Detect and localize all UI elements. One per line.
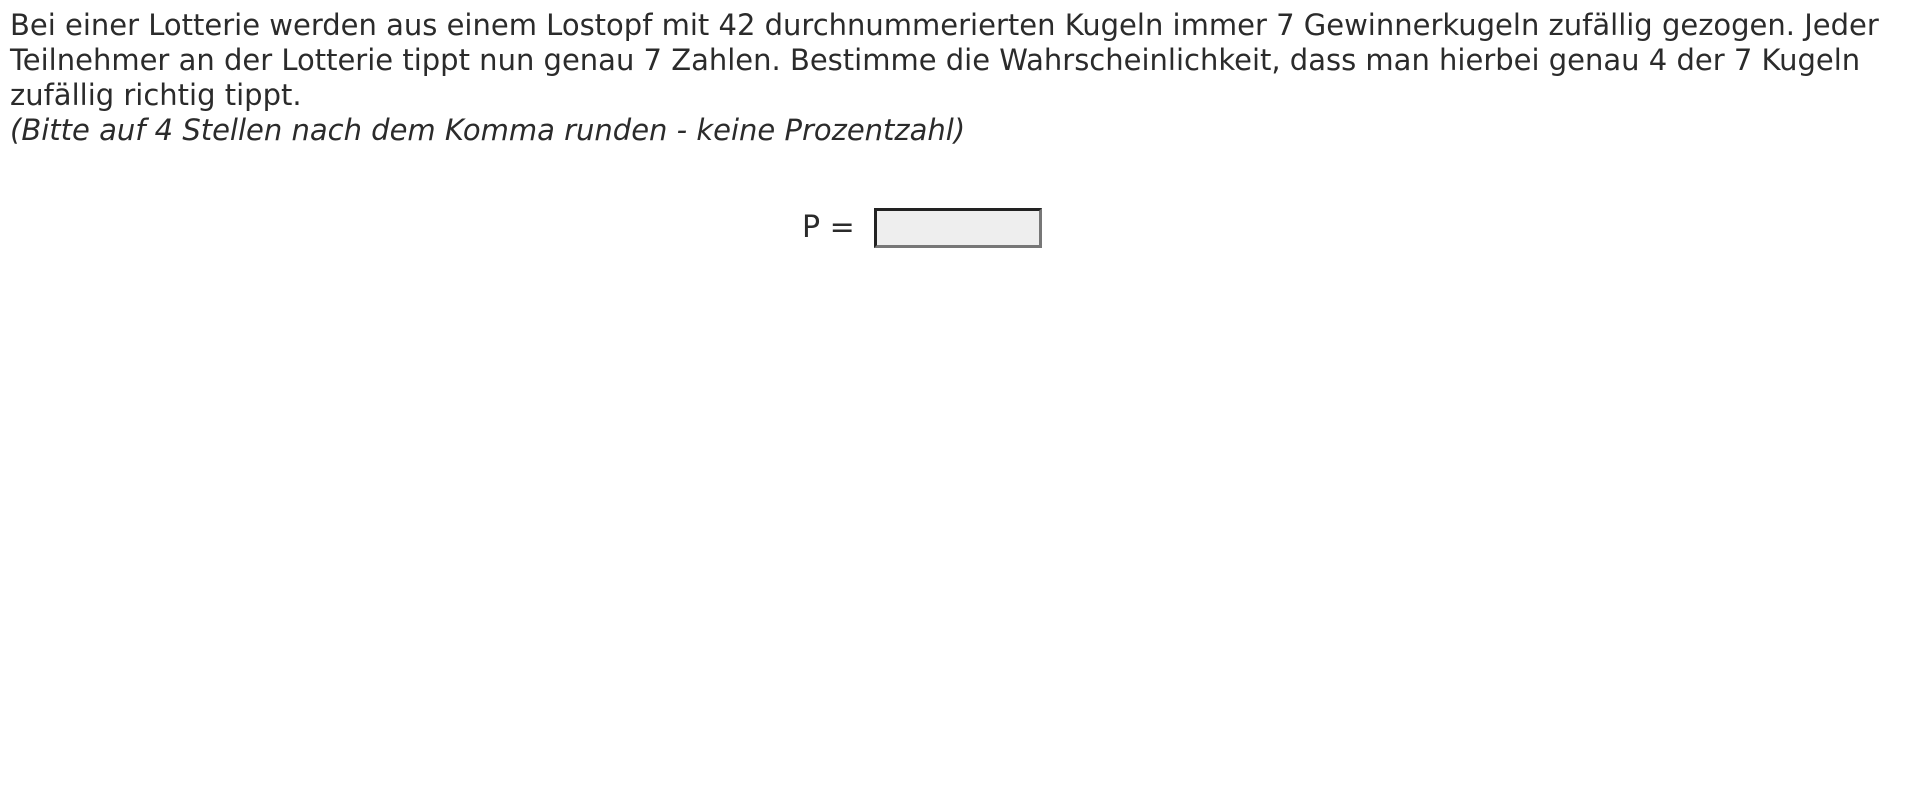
- answer-row: P =: [0, 206, 1920, 250]
- probability-input[interactable]: [874, 208, 1042, 248]
- question-block: Bei einer Lotterie werden aus einem Lost…: [10, 8, 1910, 148]
- probability-label: P =: [802, 210, 855, 245]
- question-text: Bei einer Lotterie werden aus einem Lost…: [10, 8, 1879, 112]
- rounding-hint: (Bitte auf 4 Stellen nach dem Komma rund…: [10, 113, 966, 147]
